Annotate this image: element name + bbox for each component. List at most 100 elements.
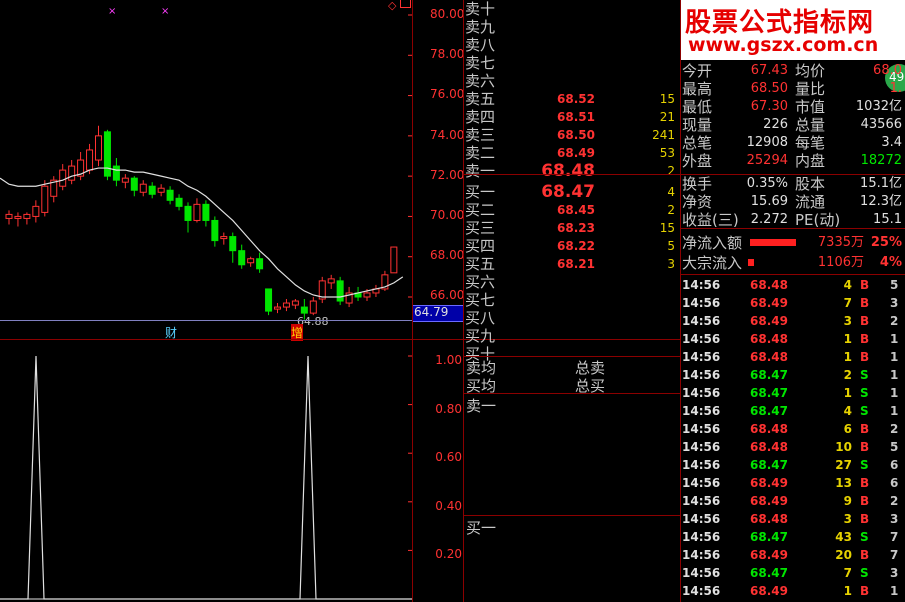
ask-row[interactable]: 卖十 xyxy=(465,0,679,18)
trade-row[interactable]: 14:56 68.49 20 B 7 xyxy=(682,546,904,564)
quote-label: 总笔 xyxy=(682,134,713,152)
trade-direction: S xyxy=(860,566,869,580)
candle-body xyxy=(130,177,138,191)
trade-direction: B xyxy=(860,422,870,436)
y-tick-label: 70.00 xyxy=(430,208,465,222)
ask-row[interactable]: 卖一 68.48 2 xyxy=(465,162,679,180)
candle-body xyxy=(274,306,281,310)
trade-direction: B xyxy=(860,476,870,490)
candle-body xyxy=(327,278,335,284)
candle-body xyxy=(23,213,31,219)
price-tag-value: 64.79 xyxy=(414,305,449,319)
quote-row: 净资 15.69 流通 12.3亿 xyxy=(682,193,904,211)
candle-body xyxy=(193,203,201,221)
trade-volume: 3 xyxy=(843,314,852,328)
candle xyxy=(390,246,398,274)
trade-row[interactable]: 14:56 68.48 1 B 1 xyxy=(682,330,904,348)
candle xyxy=(157,184,165,197)
bid-row[interactable]: 买三 68.23 15 xyxy=(465,219,679,237)
trade-row[interactable]: 14:56 68.47 4 S 1 xyxy=(682,402,904,420)
quote-divider xyxy=(680,228,905,229)
quote-label: 外盘 xyxy=(682,152,713,170)
ask-row[interactable]: 卖九 xyxy=(465,18,679,36)
ask-row[interactable]: 卖二 68.49 53 xyxy=(465,144,679,162)
flow-percent: 4% xyxy=(879,255,902,270)
candle-body xyxy=(14,215,22,219)
quote-value: 67.43 xyxy=(750,63,788,78)
quote-label: 股本 xyxy=(795,175,826,193)
bid-row[interactable]: 买四 68.22 5 xyxy=(465,237,679,255)
sell1-panel-label: 卖一 xyxy=(466,397,497,415)
bid-row[interactable]: 买六 xyxy=(465,273,679,291)
ask-row[interactable]: 卖八 xyxy=(465,36,679,54)
quote-value: 3.4 xyxy=(881,135,902,150)
trade-count: 3 xyxy=(890,566,899,580)
trade-row[interactable]: 14:56 68.47 27 S 6 xyxy=(682,456,904,474)
candle xyxy=(14,212,22,227)
ask-row[interactable]: 卖五 68.52 15 xyxy=(465,90,679,108)
level-volume: 21 xyxy=(659,110,675,124)
ask-row[interactable]: 卖七 xyxy=(465,54,679,72)
candle xyxy=(32,200,40,223)
trade-row[interactable]: 14:56 68.47 1 S 1 xyxy=(682,384,904,402)
trade-row[interactable]: 14:56 68.48 6 B 2 xyxy=(682,420,904,438)
candle-body xyxy=(5,213,13,219)
trade-price: 68.49 xyxy=(750,494,788,508)
bid-row[interactable]: 买八 xyxy=(465,309,679,327)
flow-bar xyxy=(748,259,754,266)
flow-row: 净流入额 7335万 25% xyxy=(682,234,904,252)
quote-value: 1. xyxy=(889,81,902,96)
bid-row[interactable]: 买一 68.47 4 xyxy=(465,183,679,201)
candle-body xyxy=(247,258,255,264)
ask-row[interactable]: 卖六 xyxy=(465,72,679,90)
trade-volume: 43 xyxy=(835,530,852,544)
level-volume: 4 xyxy=(667,185,675,199)
candle-body xyxy=(112,165,120,181)
y-tick-label: 80.00 xyxy=(430,7,465,21)
candle xyxy=(184,202,192,233)
trade-row[interactable]: 14:56 68.49 3 B 2 xyxy=(682,312,904,330)
indicator-chart[interactable] xyxy=(0,341,412,602)
trade-row[interactable]: 14:56 68.48 10 B 5 xyxy=(682,438,904,456)
ask-row[interactable]: 卖四 68.51 21 xyxy=(465,108,679,126)
ask-row[interactable]: 卖三 68.50 241 xyxy=(465,126,679,144)
trade-time: 14:56 xyxy=(682,386,721,400)
trade-row[interactable]: 14:56 68.47 7 S 3 xyxy=(682,564,904,582)
trade-volume: 1 xyxy=(843,584,852,598)
trade-row[interactable]: 14:56 68.47 43 S 7 xyxy=(682,528,904,546)
trade-row[interactable]: 14:56 68.48 3 B 3 xyxy=(682,510,904,528)
bid-row[interactable]: 买九 xyxy=(465,327,679,345)
candle-body xyxy=(282,302,290,308)
bid-row[interactable]: 买二 68.45 2 xyxy=(465,201,679,219)
level-price: 68.49 xyxy=(557,146,595,160)
trade-time: 14:56 xyxy=(682,584,721,598)
candlestick-chart[interactable] xyxy=(0,0,412,342)
trade-count: 1 xyxy=(890,584,899,598)
trade-row[interactable]: 14:56 68.49 9 B 2 xyxy=(682,492,904,510)
level-volume: 241 xyxy=(652,128,675,142)
level-volume: 3 xyxy=(667,257,675,271)
trade-count: 6 xyxy=(890,458,899,472)
order-book-divider xyxy=(463,174,680,175)
bid-row[interactable]: 买五 68.21 3 xyxy=(465,255,679,273)
trade-row[interactable]: 14:56 68.48 4 B 5 xyxy=(682,276,904,294)
trade-row[interactable]: 14:56 68.49 1 B 1 xyxy=(682,582,904,600)
candle-body xyxy=(95,135,102,161)
trade-direction: B xyxy=(860,278,870,292)
trade-direction: B xyxy=(860,440,870,454)
quote-row: 换手 0.35% 股本 15.1亿 xyxy=(682,175,904,193)
trade-row[interactable]: 14:56 68.49 13 B 6 xyxy=(682,474,904,492)
window-icon[interactable] xyxy=(400,0,411,8)
trade-row[interactable]: 14:56 68.47 2 S 1 xyxy=(682,366,904,384)
bid-row[interactable]: 买七 xyxy=(465,291,679,309)
candle-body xyxy=(68,165,76,181)
quote-label: 最高 xyxy=(682,80,713,98)
quote-label: 现量 xyxy=(682,116,713,134)
trade-row[interactable]: 14:56 68.48 1 B 1 xyxy=(682,348,904,366)
trade-row[interactable]: 14:56 68.49 7 B 3 xyxy=(682,294,904,312)
diamond-icon[interactable]: ◇ xyxy=(388,0,396,12)
candle-body xyxy=(238,250,246,266)
trade-time: 14:56 xyxy=(682,530,721,544)
bid-row[interactable]: 买十 xyxy=(465,345,679,363)
level-volume: 2 xyxy=(667,203,675,217)
